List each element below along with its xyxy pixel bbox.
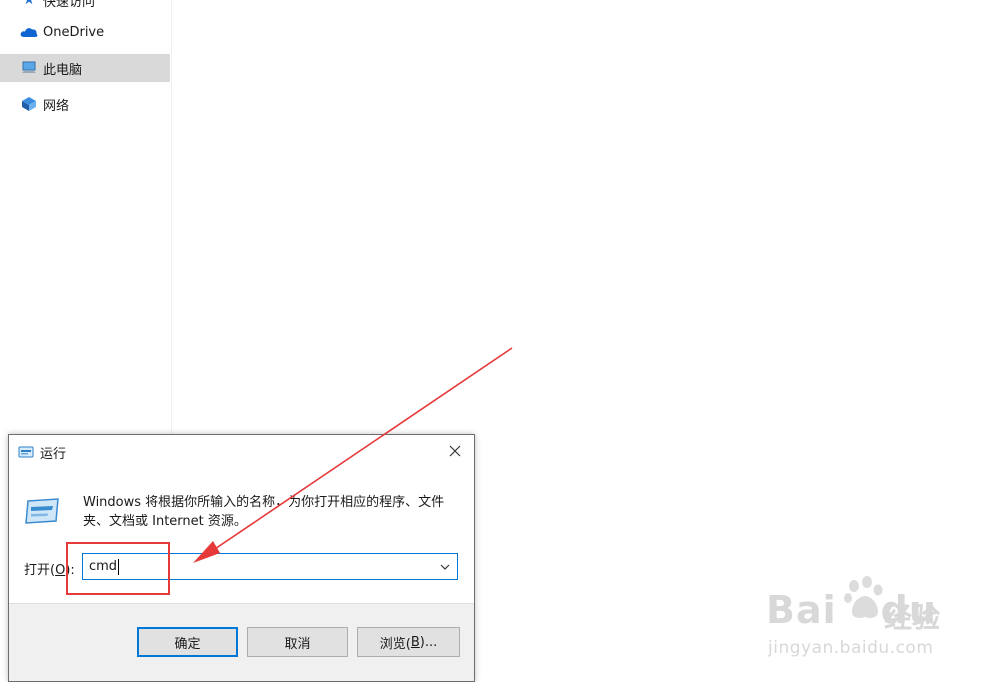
close-button[interactable] (436, 435, 474, 467)
run-icon (18, 444, 34, 460)
nav-item-label: 此电脑 (43, 62, 83, 78)
watermark-url: jingyan.baidu.com (768, 638, 934, 658)
computer-icon (20, 60, 38, 76)
watermark-jingyan: 经验 (884, 601, 941, 634)
chevron-down-icon[interactable] (439, 561, 451, 573)
star-icon: ★ (22, 0, 36, 8)
nav-item-label: OneDrive (43, 24, 105, 40)
nav-item-onedrive[interactable]: OneDrive (0, 18, 170, 46)
run-program-icon (22, 495, 62, 527)
browse-button[interactable]: 浏览(B)... (357, 627, 460, 657)
dialog-footer: 确定 取消 浏览(B)... (9, 603, 474, 681)
nav-item-network[interactable]: 网络 (0, 90, 170, 118)
close-icon (449, 445, 461, 457)
dialog-description: Windows 将根据你所输入的名称，为你打开相应的程序、文件夹、文档或 Int… (83, 495, 445, 529)
nav-item-label: 快速访问 (43, 0, 96, 10)
dialog-title: 运行 (40, 447, 67, 462)
nav-item-quick-access[interactable]: ★ 快速访问 (0, 0, 170, 14)
nav-item-this-pc[interactable]: 此电脑 (0, 54, 170, 82)
cancel-button[interactable]: 取消 (247, 627, 348, 657)
baidu-watermark: Bai du 经验 jingyan.baidu.com (766, 576, 956, 666)
annotation-highlight-box (66, 542, 170, 595)
ok-button[interactable]: 确定 (137, 627, 238, 657)
network-icon (20, 96, 38, 112)
title-bar[interactable]: 运行 (9, 435, 474, 469)
cloud-icon (20, 24, 38, 40)
nav-item-label: 网络 (43, 98, 70, 114)
